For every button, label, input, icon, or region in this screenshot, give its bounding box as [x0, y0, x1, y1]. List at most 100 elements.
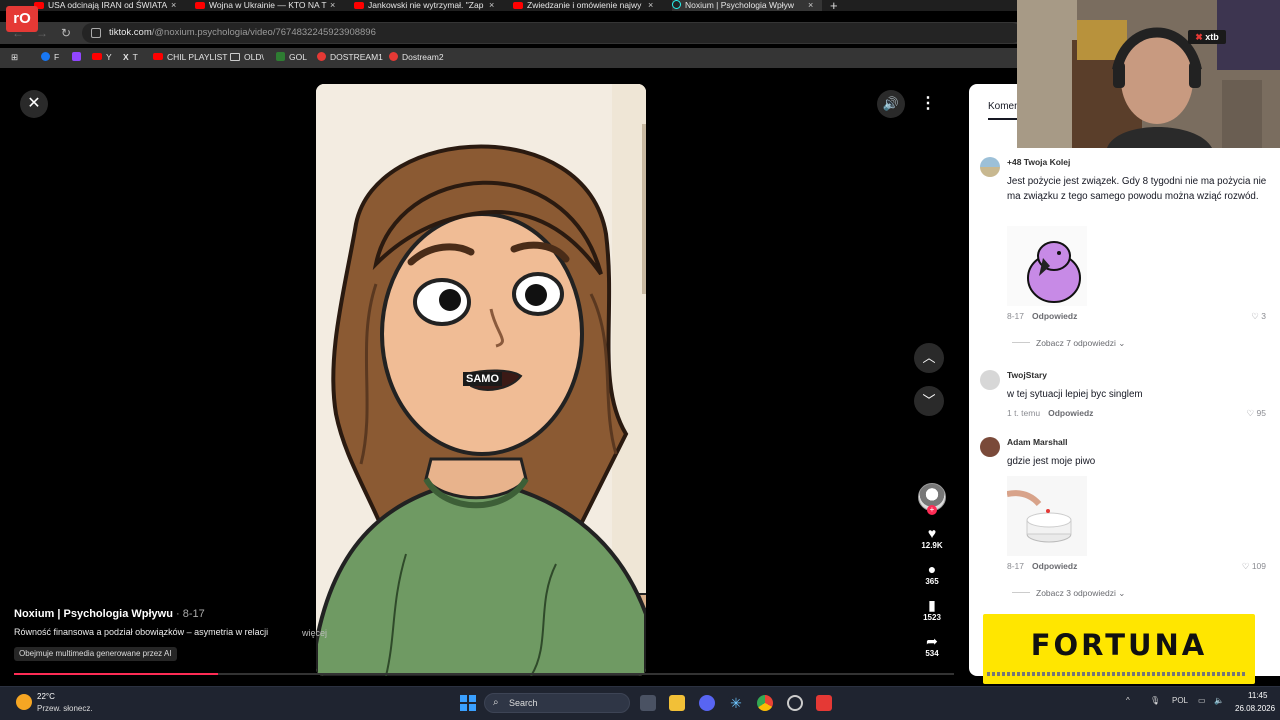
bookmark-folder-old[interactable]: OLD\: [230, 52, 264, 62]
network-icon[interactable]: ▭: [1198, 696, 1206, 705]
chrome-icon[interactable]: [757, 695, 773, 711]
heart-outline-icon: ♡: [1246, 408, 1255, 418]
save-count: 1523: [923, 613, 941, 622]
bookmark-youtube[interactable]: Y: [92, 52, 112, 62]
bookmark-chil-playlist[interactable]: CHIL PLAYLIST: [153, 52, 227, 62]
input-language[interactable]: POL: [1172, 696, 1188, 705]
obs-icon[interactable]: [787, 695, 803, 711]
weather-sun-icon[interactable]: [16, 694, 32, 710]
new-tab-button[interactable]: +: [830, 0, 838, 11]
share-count: 534: [925, 649, 939, 658]
bookmark-twitch[interactable]: [72, 52, 85, 62]
youtube-icon: [513, 2, 523, 9]
browser-tab-active[interactable]: Noxium | Psychologia Wpływ: [672, 0, 822, 11]
xtb-logo: ✖ xtb: [1188, 30, 1226, 44]
tab-comments[interactable]: Komen: [988, 101, 1020, 112]
comment-text: w tej sytuacji lepiej byc singlem: [1007, 389, 1143, 400]
close-icon: ✕: [27, 95, 41, 112]
view-replies-button[interactable]: Zobacz 7 odpowiedzi ⌄: [1012, 338, 1125, 349]
more-description-link[interactable]: więcej: [302, 628, 327, 638]
avatar[interactable]: [980, 157, 1000, 177]
cake-image: [1007, 476, 1087, 556]
taskbar-search[interactable]: ⌕ Search: [484, 693, 630, 713]
close-tab-icon[interactable]: ×: [489, 0, 494, 11]
close-tab-icon[interactable]: ×: [330, 0, 335, 11]
microphone-icon[interactable]: 🎙: [1150, 696, 1160, 705]
search-placeholder: Search: [509, 698, 538, 708]
video-description: Równość finansowa a podział obowiązków –…: [14, 627, 269, 637]
task-view-icon[interactable]: [640, 695, 656, 711]
bookmark-x[interactable]: XT: [123, 52, 138, 62]
tray-expand-icon[interactable]: ^: [1126, 696, 1130, 705]
weather-temperature[interactable]: 22°C: [37, 692, 55, 701]
discord-icon[interactable]: [699, 695, 715, 711]
post-date: · 8-17: [172, 608, 205, 620]
close-tab-icon[interactable]: ×: [648, 0, 653, 11]
browser-tab[interactable]: USA odcinają IRAN od ŚWIATA: [34, 0, 174, 11]
weather-description[interactable]: Przew. słonecz.: [37, 704, 93, 713]
comment-text: gdzie jest moje piwo: [1007, 456, 1096, 467]
url-bar[interactable]: tiktok.com/@noxium.psychologia/video/767…: [82, 23, 1022, 43]
chevron-down-icon: ﹀: [922, 393, 936, 408]
reply-button[interactable]: Odpowiedz: [1048, 408, 1093, 418]
webcam-feed: [1017, 0, 1280, 148]
clock-date[interactable]: 26.08.2026: [1235, 704, 1275, 713]
chevron-down-icon: ⌄: [1118, 588, 1126, 598]
bookmark-facebook[interactable]: F: [41, 52, 59, 62]
reply-button[interactable]: Odpowiedz: [1032, 561, 1077, 571]
comment-button[interactable]: ● 365: [914, 561, 950, 587]
windows-start-icon[interactable]: [460, 695, 476, 711]
comment-author[interactable]: Adam Marshall: [1007, 437, 1067, 447]
video-progress-fill: [14, 673, 218, 675]
reply-button[interactable]: Odpowiedz: [1032, 311, 1077, 321]
comment-like[interactable]: ♡ 95: [1234, 408, 1266, 419]
bookmark-dostream1[interactable]: DOSTREAM1: [317, 52, 383, 62]
next-video-button[interactable]: ﹀: [914, 386, 944, 416]
previous-video-button[interactable]: ︿: [914, 343, 944, 373]
comment-meta: 8-17 Odpowiedz: [1007, 311, 1078, 321]
comment-like[interactable]: ♡ 3: [1239, 311, 1266, 322]
comments-panel: Komen +48 Twoja Kolej Jest pożycie jest …: [969, 84, 1280, 676]
streaming-app-icon[interactable]: [816, 695, 832, 711]
reload-icon[interactable]: ↻: [61, 26, 71, 40]
avatar[interactable]: [980, 437, 1000, 457]
comment-text: Jest pożycie jest związek. Gdy 8 tygodni…: [1007, 176, 1267, 202]
volume-icon[interactable]: 🔈: [1214, 696, 1224, 705]
follow-plus-icon[interactable]: +: [927, 505, 937, 515]
like-button[interactable]: ♥ 12.9K: [914, 525, 950, 551]
apps-grid-icon[interactable]: ⊞: [11, 52, 18, 63]
browser-tab[interactable]: Zwiedzanie i omówienie najwy: [513, 0, 651, 11]
site-info-icon[interactable]: [91, 28, 101, 38]
close-video-button[interactable]: ✕: [20, 90, 48, 118]
bookmark-dostream2[interactable]: Dostream2: [389, 52, 444, 62]
ai-generated-label: Obejmuje multimedia generowane przez AI: [14, 647, 177, 661]
browser-tab[interactable]: Wojna w Ukrainie — KTO NA T: [195, 0, 333, 11]
more-vertical-icon: ⋮: [920, 95, 936, 112]
volume-button[interactable]: 🔊: [877, 90, 905, 118]
video-caption: SAMO: [463, 372, 502, 386]
avatar[interactable]: [980, 370, 1000, 390]
more-options-button[interactable]: ⋮: [916, 90, 940, 118]
video-progress-bar[interactable]: [14, 673, 954, 675]
comment-author[interactable]: +48 Twoja Kolej: [1007, 157, 1070, 167]
share-button[interactable]: ➦ 534: [914, 633, 950, 659]
video-meta: Noxium | Psychologia Wpływu · 8-17: [14, 604, 205, 622]
author-name[interactable]: Noxium | Psychologia Wpływu · 8-17: [14, 608, 205, 620]
youtube-icon: [153, 53, 163, 60]
youtube-icon: [92, 53, 102, 60]
fortuna-ad-banner: FORTUNA: [983, 614, 1255, 684]
save-button[interactable]: ▮ 1523: [914, 597, 950, 623]
file-explorer-icon[interactable]: [669, 695, 685, 711]
close-tab-icon[interactable]: ×: [808, 0, 813, 11]
comment-author[interactable]: TwojStary: [1007, 370, 1047, 380]
speaker-icon: 🔊: [882, 96, 900, 111]
view-replies-button[interactable]: Zobacz 3 odpowiedzi ⌄: [1012, 588, 1125, 599]
bookmark-gol[interactable]: GOL: [276, 52, 307, 62]
close-tab-icon[interactable]: ×: [171, 0, 176, 11]
comment-like[interactable]: ♡ 109: [1231, 561, 1266, 572]
app-asterisk-icon[interactable]: ✳: [728, 695, 744, 711]
dostream-icon: [317, 52, 326, 61]
browser-tab[interactable]: Jankowski nie wytrzymał. "Zap: [354, 0, 492, 11]
clock-time[interactable]: 11:45: [1248, 691, 1267, 700]
tiktok-icon: [672, 0, 681, 9]
